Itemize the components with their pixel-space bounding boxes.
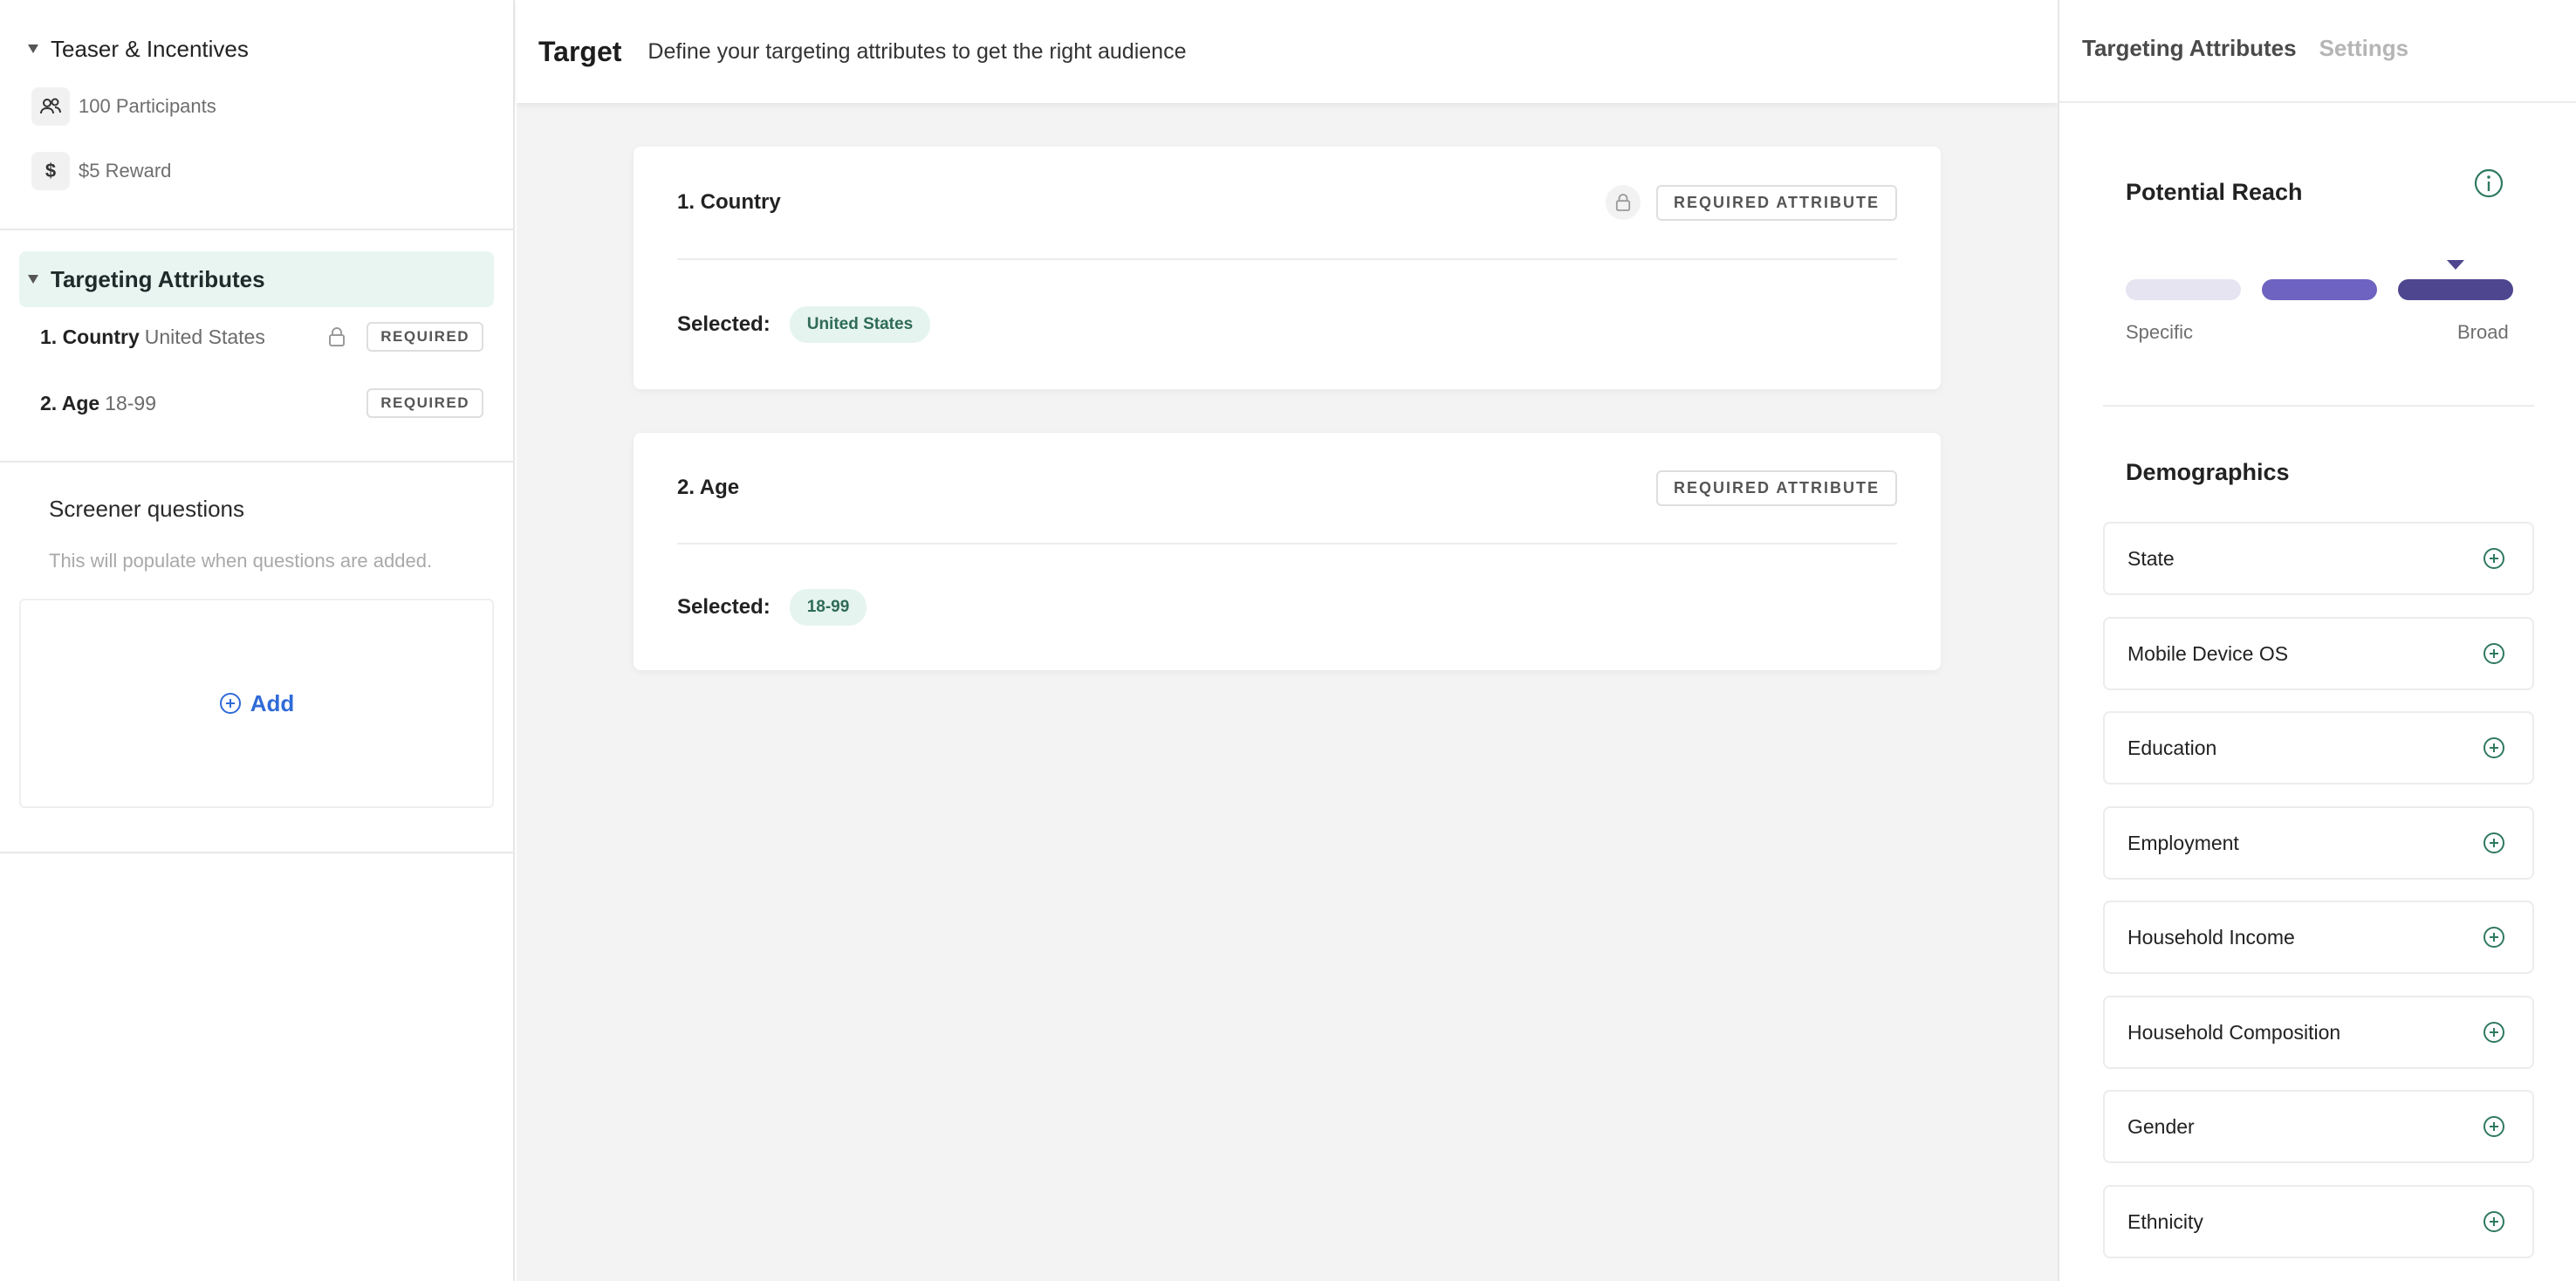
reach-bar-specific	[2126, 279, 2241, 300]
divider	[0, 852, 515, 853]
demographic-label: Ethnicity	[2127, 1209, 2203, 1233]
attribute-name: 1. Country	[40, 325, 140, 348]
add-circle-icon[interactable]	[2482, 1020, 2506, 1045]
screener-title: Screener questions	[49, 496, 245, 522]
add-circle-icon[interactable]	[2482, 1209, 2506, 1234]
divider	[0, 461, 515, 462]
demographic-label: Gender	[2127, 1114, 2195, 1138]
participants-icon	[31, 87, 70, 126]
add-circle-icon[interactable]	[2482, 1114, 2506, 1139]
required-badge: REQUIRED	[367, 322, 483, 352]
sidebar-attribute-country[interactable]: 1. Country United States REQUIRED	[40, 319, 483, 354]
reach-title: Potential Reach	[2126, 179, 2303, 205]
attribute-card-age[interactable]: 2. Age REQUIRED ATTRIBUTE Selected: 18-9…	[634, 433, 1941, 670]
add-circle-icon[interactable]	[2482, 925, 2506, 949]
left-sidebar: Teaser & Incentives 100 Participants $ $…	[0, 0, 515, 1281]
targeting-title: Targeting Attributes	[51, 265, 265, 292]
reward-amount: $5 Reward	[79, 160, 172, 182]
card-header: 1. Country REQUIRED ATTRIBUTE	[677, 147, 1897, 260]
scale-left-label: Specific	[2126, 321, 2194, 343]
panel-tabs: Targeting Attributes Settings	[2082, 35, 2408, 62]
targeting-section-toggle[interactable]: Targeting Attributes	[19, 251, 494, 307]
lock-icon	[321, 321, 353, 353]
teaser-section-toggle[interactable]: Teaser & Incentives	[28, 33, 249, 65]
demographic-item[interactable]: Employment	[2103, 806, 2534, 880]
divider	[2059, 101, 2576, 103]
main-content: Target Define your targeting attributes …	[517, 0, 2058, 1281]
add-circle-icon[interactable]	[2482, 736, 2506, 760]
demographic-label: Household Composition	[2127, 1020, 2341, 1044]
card-header: 2. Age REQUIRED ATTRIBUTE	[677, 433, 1897, 545]
add-circle-icon[interactable]	[2482, 546, 2506, 571]
selected-chip[interactable]: 18-99	[789, 589, 867, 626]
dollar-icon: $	[31, 152, 70, 190]
add-label: Add	[250, 689, 295, 716]
reach-bar-medium	[2262, 279, 2377, 300]
tab-targeting-attributes[interactable]: Targeting Attributes	[2082, 35, 2297, 62]
collapse-triangle-icon	[28, 45, 38, 53]
required-attribute-badge: REQUIRED ATTRIBUTE	[1656, 469, 1897, 506]
attribute-card-country[interactable]: 1. Country REQUIRED ATTRIBUTE Selected: …	[634, 147, 1941, 389]
attribute-name: 2. Age	[40, 391, 100, 414]
card-body: Selected: United States	[677, 260, 1897, 389]
demographic-item[interactable]: Education	[2103, 711, 2534, 784]
info-icon[interactable]	[2473, 168, 2504, 199]
card-body: Selected: 18-99	[677, 545, 1897, 670]
demographic-label: State	[2127, 546, 2175, 570]
attribute-value: 18-99	[105, 391, 156, 414]
screener-subtitle: This will populate when questions are ad…	[49, 550, 433, 572]
attribute-value: United States	[144, 325, 265, 348]
page-title: Target	[538, 35, 622, 67]
page-header: Target Define your targeting attributes …	[517, 0, 2058, 103]
divider	[0, 229, 515, 230]
lock-icon	[1606, 185, 1641, 220]
card-title: 1. Country	[677, 190, 781, 214]
participants-row: 100 Participants	[31, 87, 216, 126]
plus-circle-icon	[219, 693, 241, 714]
add-question-button[interactable]: Add	[219, 689, 295, 717]
reach-marker	[2447, 260, 2464, 270]
demographic-item[interactable]: Household Composition	[2103, 996, 2534, 1069]
page-subtitle: Define your targeting attributes to get …	[647, 38, 1187, 64]
demographic-label: Employment	[2127, 831, 2239, 854]
right-panel: Targeting Attributes Settings Potential …	[2058, 0, 2576, 1281]
selected-label: Selected:	[677, 595, 771, 619]
demographic-item[interactable]: Household Income	[2103, 901, 2534, 974]
required-badge: REQUIRED	[367, 388, 483, 418]
demographic-item[interactable]: Gender	[2103, 1090, 2534, 1163]
collapse-triangle-icon	[28, 275, 38, 284]
sidebar-attribute-age[interactable]: 2. Age 18-99 REQUIRED	[40, 386, 483, 421]
demographic-item[interactable]: Mobile Device OS	[2103, 617, 2534, 690]
demographics-title: Demographics	[2126, 459, 2290, 485]
add-circle-icon[interactable]	[2482, 641, 2506, 666]
demographic-item[interactable]: Ethnicity	[2103, 1185, 2534, 1258]
required-attribute-badge: REQUIRED ATTRIBUTE	[1656, 184, 1897, 221]
scale-right-label: Broad	[2457, 321, 2509, 343]
participants-count: 100 Participants	[79, 95, 216, 117]
selected-chip[interactable]: United States	[789, 306, 931, 343]
tab-settings[interactable]: Settings	[2319, 35, 2409, 62]
demographic-item[interactable]: State	[2103, 522, 2534, 595]
card-title: 2. Age	[677, 476, 740, 499]
add-question-area: Add	[19, 599, 494, 808]
reward-row: $ $5 Reward	[31, 152, 171, 190]
demographic-label: Household Income	[2127, 925, 2295, 949]
reach-bar-broad	[2398, 279, 2513, 300]
reach-bars	[2126, 279, 2513, 300]
add-circle-icon[interactable]	[2482, 831, 2506, 855]
divider	[2103, 405, 2534, 407]
demographic-label: Education	[2127, 736, 2217, 759]
selected-label: Selected:	[677, 312, 771, 336]
demographic-label: Mobile Device OS	[2127, 641, 2289, 665]
teaser-title: Teaser & Incentives	[51, 35, 249, 62]
